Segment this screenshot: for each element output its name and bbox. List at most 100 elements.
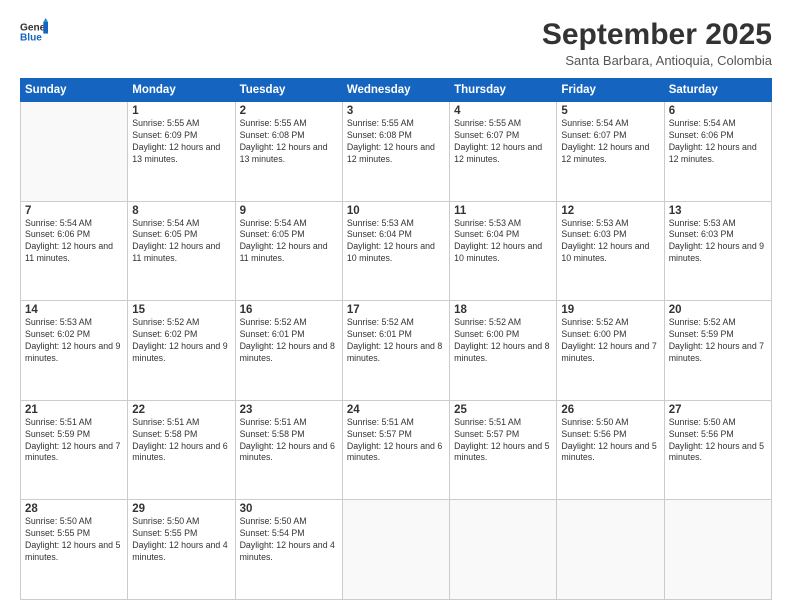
cell-info: Sunrise: 5:52 AM Sunset: 6:02 PM Dayligh…	[132, 317, 230, 365]
cell-info: Sunrise: 5:51 AM Sunset: 5:57 PM Dayligh…	[454, 417, 552, 465]
calendar-cell: 23Sunrise: 5:51 AM Sunset: 5:58 PM Dayli…	[235, 400, 342, 500]
calendar-cell: 29Sunrise: 5:50 AM Sunset: 5:55 PM Dayli…	[128, 500, 235, 600]
calendar-cell: 9Sunrise: 5:54 AM Sunset: 6:05 PM Daylig…	[235, 201, 342, 301]
logo-icon: General Blue	[20, 18, 48, 46]
cell-info: Sunrise: 5:54 AM Sunset: 6:07 PM Dayligh…	[561, 118, 659, 166]
day-number: 21	[25, 404, 123, 416]
cell-info: Sunrise: 5:51 AM Sunset: 5:57 PM Dayligh…	[347, 417, 445, 465]
day-number: 18	[454, 304, 552, 316]
calendar-week-row: 1Sunrise: 5:55 AM Sunset: 6:09 PM Daylig…	[21, 102, 772, 202]
location: Santa Barbara, Antioquia, Colombia	[542, 53, 772, 68]
calendar-cell: 2Sunrise: 5:55 AM Sunset: 6:08 PM Daylig…	[235, 102, 342, 202]
calendar-cell: 10Sunrise: 5:53 AM Sunset: 6:04 PM Dayli…	[342, 201, 449, 301]
calendar-cell	[342, 500, 449, 600]
day-number: 27	[669, 404, 767, 416]
day-number: 8	[132, 205, 230, 217]
cell-info: Sunrise: 5:53 AM Sunset: 6:03 PM Dayligh…	[561, 218, 659, 266]
calendar-cell: 8Sunrise: 5:54 AM Sunset: 6:05 PM Daylig…	[128, 201, 235, 301]
day-number: 14	[25, 304, 123, 316]
calendar-cell: 7Sunrise: 5:54 AM Sunset: 6:06 PM Daylig…	[21, 201, 128, 301]
cell-info: Sunrise: 5:50 AM Sunset: 5:55 PM Dayligh…	[132, 516, 230, 564]
calendar-cell	[450, 500, 557, 600]
cell-info: Sunrise: 5:54 AM Sunset: 6:06 PM Dayligh…	[669, 118, 767, 166]
day-number: 4	[454, 105, 552, 117]
calendar-cell: 18Sunrise: 5:52 AM Sunset: 6:00 PM Dayli…	[450, 301, 557, 401]
calendar-cell: 24Sunrise: 5:51 AM Sunset: 5:57 PM Dayli…	[342, 400, 449, 500]
day-number: 5	[561, 105, 659, 117]
calendar-week-row: 21Sunrise: 5:51 AM Sunset: 5:59 PM Dayli…	[21, 400, 772, 500]
day-number: 12	[561, 205, 659, 217]
day-number: 19	[561, 304, 659, 316]
cell-info: Sunrise: 5:54 AM Sunset: 6:06 PM Dayligh…	[25, 218, 123, 266]
cell-info: Sunrise: 5:53 AM Sunset: 6:03 PM Dayligh…	[669, 218, 767, 266]
title-block: September 2025 Santa Barbara, Antioquia,…	[542, 18, 772, 68]
day-header: Saturday	[664, 79, 771, 102]
cell-info: Sunrise: 5:51 AM Sunset: 5:58 PM Dayligh…	[132, 417, 230, 465]
cell-info: Sunrise: 5:54 AM Sunset: 6:05 PM Dayligh…	[132, 218, 230, 266]
cell-info: Sunrise: 5:55 AM Sunset: 6:07 PM Dayligh…	[454, 118, 552, 166]
calendar-cell: 4Sunrise: 5:55 AM Sunset: 6:07 PM Daylig…	[450, 102, 557, 202]
calendar-cell: 20Sunrise: 5:52 AM Sunset: 5:59 PM Dayli…	[664, 301, 771, 401]
day-number: 20	[669, 304, 767, 316]
calendar-cell: 12Sunrise: 5:53 AM Sunset: 6:03 PM Dayli…	[557, 201, 664, 301]
day-number: 15	[132, 304, 230, 316]
day-header: Monday	[128, 79, 235, 102]
cell-info: Sunrise: 5:51 AM Sunset: 5:59 PM Dayligh…	[25, 417, 123, 465]
day-number: 29	[132, 503, 230, 515]
day-number: 24	[347, 404, 445, 416]
day-header: Sunday	[21, 79, 128, 102]
calendar-table: SundayMondayTuesdayWednesdayThursdayFrid…	[20, 78, 772, 600]
calendar-cell: 1Sunrise: 5:55 AM Sunset: 6:09 PM Daylig…	[128, 102, 235, 202]
calendar-cell: 3Sunrise: 5:55 AM Sunset: 6:08 PM Daylig…	[342, 102, 449, 202]
calendar-cell: 25Sunrise: 5:51 AM Sunset: 5:57 PM Dayli…	[450, 400, 557, 500]
cell-info: Sunrise: 5:52 AM Sunset: 6:00 PM Dayligh…	[561, 317, 659, 365]
cell-info: Sunrise: 5:55 AM Sunset: 6:09 PM Dayligh…	[132, 118, 230, 166]
cell-info: Sunrise: 5:52 AM Sunset: 6:01 PM Dayligh…	[240, 317, 338, 365]
header: General Blue September 2025 Santa Barbar…	[20, 18, 772, 68]
month-title: September 2025	[542, 18, 772, 51]
cell-info: Sunrise: 5:50 AM Sunset: 5:56 PM Dayligh…	[561, 417, 659, 465]
day-header: Wednesday	[342, 79, 449, 102]
calendar-cell	[664, 500, 771, 600]
cell-info: Sunrise: 5:50 AM Sunset: 5:56 PM Dayligh…	[669, 417, 767, 465]
calendar-cell: 19Sunrise: 5:52 AM Sunset: 6:00 PM Dayli…	[557, 301, 664, 401]
day-number: 13	[669, 205, 767, 217]
day-number: 11	[454, 205, 552, 217]
cell-info: Sunrise: 5:50 AM Sunset: 5:55 PM Dayligh…	[25, 516, 123, 564]
calendar-cell: 26Sunrise: 5:50 AM Sunset: 5:56 PM Dayli…	[557, 400, 664, 500]
cell-info: Sunrise: 5:54 AM Sunset: 6:05 PM Dayligh…	[240, 218, 338, 266]
day-header: Tuesday	[235, 79, 342, 102]
day-number: 2	[240, 105, 338, 117]
cell-info: Sunrise: 5:55 AM Sunset: 6:08 PM Dayligh…	[240, 118, 338, 166]
calendar-header-row: SundayMondayTuesdayWednesdayThursdayFrid…	[21, 79, 772, 102]
calendar-cell: 17Sunrise: 5:52 AM Sunset: 6:01 PM Dayli…	[342, 301, 449, 401]
logo: General Blue	[20, 18, 48, 46]
calendar-cell: 15Sunrise: 5:52 AM Sunset: 6:02 PM Dayli…	[128, 301, 235, 401]
calendar-cell	[557, 500, 664, 600]
calendar-cell: 11Sunrise: 5:53 AM Sunset: 6:04 PM Dayli…	[450, 201, 557, 301]
day-number: 7	[25, 205, 123, 217]
day-number: 30	[240, 503, 338, 515]
day-number: 9	[240, 205, 338, 217]
calendar-cell: 13Sunrise: 5:53 AM Sunset: 6:03 PM Dayli…	[664, 201, 771, 301]
day-number: 25	[454, 404, 552, 416]
calendar-cell: 30Sunrise: 5:50 AM Sunset: 5:54 PM Dayli…	[235, 500, 342, 600]
day-number: 3	[347, 105, 445, 117]
cell-info: Sunrise: 5:52 AM Sunset: 6:01 PM Dayligh…	[347, 317, 445, 365]
day-number: 22	[132, 404, 230, 416]
calendar-cell: 28Sunrise: 5:50 AM Sunset: 5:55 PM Dayli…	[21, 500, 128, 600]
cell-info: Sunrise: 5:53 AM Sunset: 6:04 PM Dayligh…	[454, 218, 552, 266]
calendar-week-row: 7Sunrise: 5:54 AM Sunset: 6:06 PM Daylig…	[21, 201, 772, 301]
day-number: 26	[561, 404, 659, 416]
day-number: 10	[347, 205, 445, 217]
day-number: 1	[132, 105, 230, 117]
calendar-cell: 5Sunrise: 5:54 AM Sunset: 6:07 PM Daylig…	[557, 102, 664, 202]
cell-info: Sunrise: 5:52 AM Sunset: 5:59 PM Dayligh…	[669, 317, 767, 365]
calendar-cell: 22Sunrise: 5:51 AM Sunset: 5:58 PM Dayli…	[128, 400, 235, 500]
day-header: Thursday	[450, 79, 557, 102]
calendar-cell	[21, 102, 128, 202]
calendar-cell: 6Sunrise: 5:54 AM Sunset: 6:06 PM Daylig…	[664, 102, 771, 202]
page: General Blue September 2025 Santa Barbar…	[0, 0, 792, 612]
cell-info: Sunrise: 5:50 AM Sunset: 5:54 PM Dayligh…	[240, 516, 338, 564]
svg-text:Blue: Blue	[20, 33, 42, 44]
